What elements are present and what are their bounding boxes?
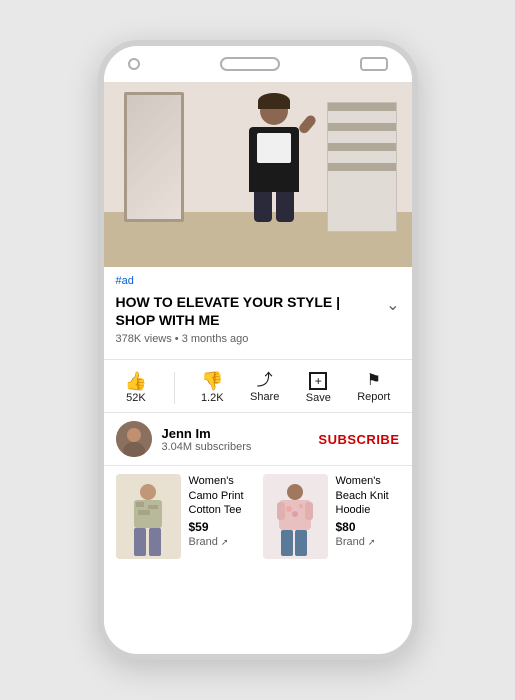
product-brand-row-2: Brand ➚ bbox=[336, 536, 400, 548]
product-info-2: Women's Beach Knit Hoodie $80 Brand ➚ bbox=[336, 474, 400, 548]
external-link-icon-2[interactable]: ➚ bbox=[368, 537, 376, 548]
product-price-1: $59 bbox=[189, 520, 253, 534]
thumbnail-mirror bbox=[124, 92, 184, 222]
camera-icon bbox=[128, 58, 140, 70]
like-dislike-separator bbox=[174, 372, 175, 404]
product-price-2: $80 bbox=[336, 520, 400, 534]
dislike-button[interactable]: 👎 1.2K bbox=[201, 372, 224, 404]
products-grid: Women's Camo Print Cotton Tee $59 Brand … bbox=[116, 474, 400, 559]
subscribe-button[interactable]: SUBSCRIBE bbox=[318, 432, 399, 447]
product-card-2[interactable]: Women's Beach Knit Hoodie $80 Brand ➚ bbox=[263, 474, 400, 559]
products-section: Women's Camo Print Cotton Tee $59 Brand … bbox=[104, 466, 412, 567]
report-label: Report bbox=[357, 391, 390, 403]
share-icon: ⤴ bbox=[257, 373, 273, 389]
product-name-2: Women's Beach Knit Hoodie bbox=[336, 474, 400, 517]
channel-subscribers: 3.04M subscribers bbox=[162, 441, 319, 453]
product-info-1: Women's Camo Print Cotton Tee $59 Brand … bbox=[189, 474, 253, 548]
phone-frame: #ad HOW TO ELEVATE YOUR STYLE | SHOP WIT… bbox=[98, 40, 418, 660]
external-link-icon-1[interactable]: ➚ bbox=[221, 537, 229, 548]
ad-label: #ad bbox=[104, 267, 412, 289]
video-title: HOW TO ELEVATE YOUR STYLE | SHOP WITH ME bbox=[116, 293, 379, 329]
video-info: HOW TO ELEVATE YOUR STYLE | SHOP WITH ME… bbox=[104, 289, 412, 353]
like-icon: 👍 bbox=[125, 372, 147, 390]
channel-info: Jenn Im 3.04M subscribers bbox=[162, 426, 319, 453]
report-icon: ⚑ bbox=[367, 373, 381, 389]
share-button[interactable]: ⤴ Share bbox=[250, 373, 279, 403]
product-image-2 bbox=[263, 474, 328, 559]
speaker-icon bbox=[220, 57, 280, 71]
sensor-icon bbox=[360, 57, 388, 71]
video-meta: 378K views • 3 months ago bbox=[116, 333, 400, 345]
share-label: Share bbox=[250, 391, 279, 403]
save-button[interactable]: + Save bbox=[306, 372, 331, 404]
product-name-1: Women's Camo Print Cotton Tee bbox=[189, 474, 253, 517]
like-count: 52K bbox=[126, 392, 146, 404]
report-button[interactable]: ⚑ Report bbox=[357, 373, 390, 403]
like-button[interactable]: 👍 52K bbox=[125, 372, 147, 404]
divider-1 bbox=[104, 359, 412, 360]
dislike-count: 1.2K bbox=[201, 392, 224, 404]
product-card-1[interactable]: Women's Camo Print Cotton Tee $59 Brand … bbox=[116, 474, 253, 559]
save-icon: + bbox=[309, 372, 327, 390]
product-brand-1: Brand bbox=[189, 536, 218, 548]
video-thumbnail[interactable] bbox=[104, 82, 412, 267]
phone-top-bar bbox=[104, 46, 412, 82]
channel-name[interactable]: Jenn Im bbox=[162, 426, 319, 441]
action-bar: 👍 52K 👎 1.2K ⤴ Share + Save ⚑ Report bbox=[104, 366, 412, 412]
channel-row: Jenn Im 3.04M subscribers SUBSCRIBE bbox=[104, 412, 412, 466]
phone-content: #ad HOW TO ELEVATE YOUR STYLE | SHOP WIT… bbox=[104, 82, 412, 654]
channel-avatar[interactable] bbox=[116, 421, 152, 457]
product-image-1 bbox=[116, 474, 181, 559]
expand-icon[interactable]: ⌄ bbox=[386, 295, 399, 315]
dislike-icon: 👎 bbox=[201, 372, 223, 390]
thumbnail-shelf bbox=[327, 102, 397, 232]
save-label: Save bbox=[306, 392, 331, 404]
product-brand-2: Brand bbox=[336, 536, 365, 548]
thumbnail-person bbox=[234, 97, 314, 237]
product-brand-row-1: Brand ➚ bbox=[189, 536, 253, 548]
